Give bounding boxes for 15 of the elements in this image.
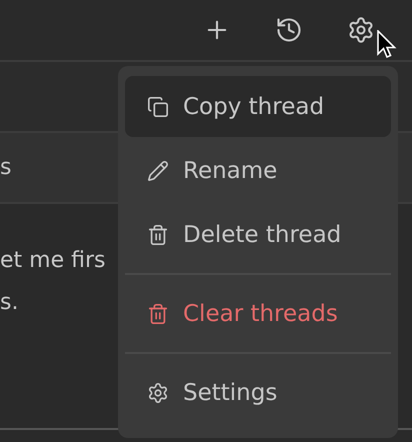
- trash-icon: [147, 224, 169, 246]
- menu-item[interactable]: Clear threads: [125, 283, 391, 344]
- settings-icon: [147, 382, 169, 404]
- menu-item[interactable]: Rename: [125, 140, 391, 201]
- pencil-icon: [147, 160, 169, 182]
- list-item[interactable]: s: [0, 155, 12, 180]
- message-text: s.: [0, 289, 18, 317]
- menu-item[interactable]: Settings: [125, 362, 391, 423]
- message-text: et me firs: [0, 247, 106, 275]
- copy-icon: [147, 96, 169, 118]
- history-icon: [275, 16, 303, 44]
- menu-item[interactable]: Delete thread: [125, 204, 391, 265]
- trash-icon: [147, 302, 169, 324]
- menu-item[interactable]: Copy thread: [125, 76, 391, 137]
- settings-icon: [347, 16, 375, 44]
